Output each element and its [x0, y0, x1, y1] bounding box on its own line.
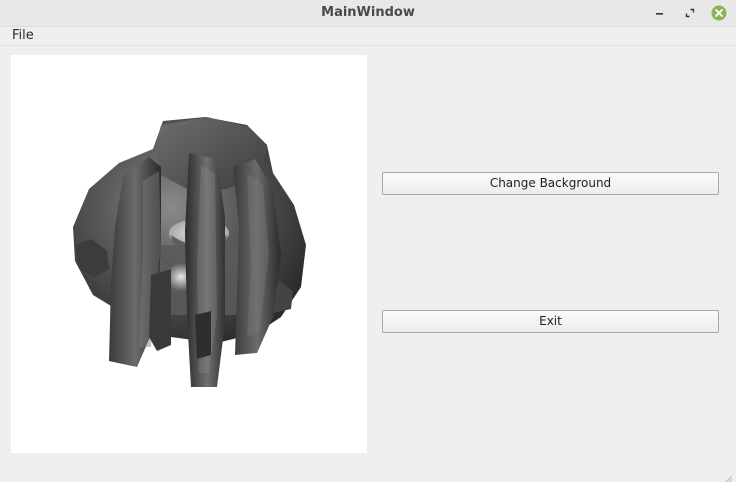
- change-background-button[interactable]: Change Background: [382, 172, 719, 195]
- resize-grip-icon[interactable]: [723, 469, 733, 482]
- maximize-button[interactable]: [681, 4, 699, 22]
- restore-icon: [681, 4, 699, 22]
- close-icon: [710, 4, 728, 22]
- menu-bar: File: [0, 27, 736, 46]
- main-window: MainWindow File Change Background Exit: [0, 0, 736, 482]
- 3d-viewport[interactable]: [11, 55, 367, 453]
- exit-button[interactable]: Exit: [382, 310, 719, 333]
- minimize-icon: [651, 4, 669, 22]
- close-button[interactable]: [710, 4, 728, 22]
- window-title: MainWindow: [321, 5, 415, 20]
- 3d-mesh-render: [73, 117, 306, 387]
- menu-file[interactable]: File: [6, 27, 40, 45]
- minimize-button[interactable]: [651, 4, 669, 22]
- title-bar[interactable]: MainWindow: [0, 0, 736, 27]
